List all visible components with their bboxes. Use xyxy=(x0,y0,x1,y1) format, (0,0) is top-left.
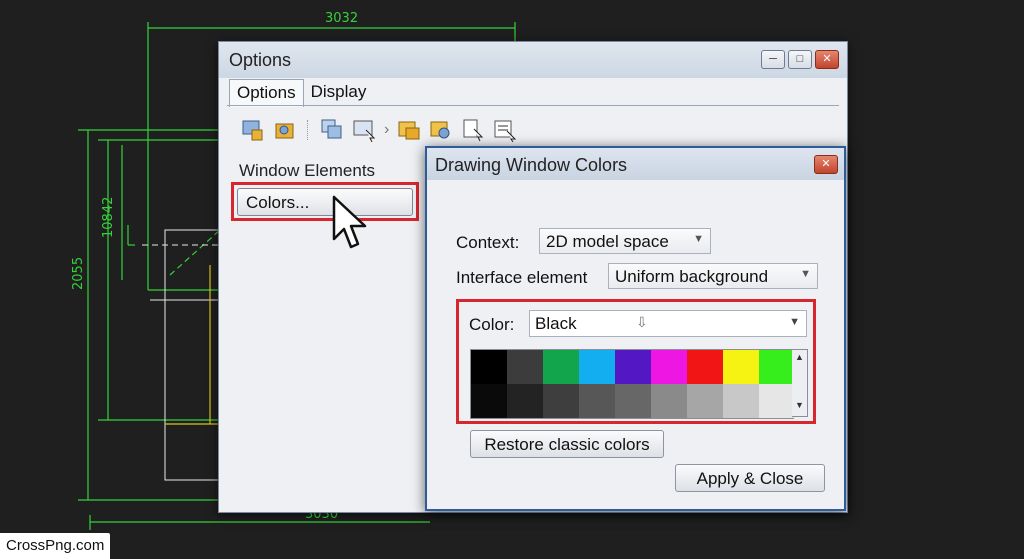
colors-button[interactable]: Colors... xyxy=(237,188,413,216)
minimize-icon[interactable]: ─ xyxy=(761,50,785,69)
tab-options[interactable]: Options xyxy=(229,79,304,107)
interface-element-select[interactable]: Uniform background ▼ xyxy=(608,263,818,289)
color-select-value: Black xyxy=(535,314,577,333)
color-swatch[interactable] xyxy=(651,384,687,418)
color-swatch[interactable] xyxy=(687,350,723,384)
folder-windows-icon[interactable] xyxy=(397,118,421,142)
folder-gear-icon[interactable] xyxy=(429,118,453,142)
scroll-up-icon[interactable]: ▲ xyxy=(792,352,807,362)
context-select-value: 2D model space xyxy=(546,232,669,251)
window-arrow-icon[interactable] xyxy=(352,118,376,143)
color-swatch[interactable] xyxy=(723,350,759,384)
tab-display[interactable]: Display xyxy=(304,79,374,106)
dialog-titlebar[interactable]: Drawing Window Colors ✕ xyxy=(427,148,844,180)
color-swatch[interactable] xyxy=(507,350,543,384)
color-swatch[interactable] xyxy=(759,384,795,418)
context-select[interactable]: 2D model space ▼ xyxy=(539,228,711,254)
chevron-down-icon: ▼ xyxy=(800,268,811,280)
color-swatch[interactable] xyxy=(579,350,615,384)
dialog-title: Drawing Window Colors xyxy=(435,155,628,175)
color-swatch[interactable] xyxy=(579,384,615,418)
color-swatch[interactable] xyxy=(723,384,759,418)
chevron-right-icon: › xyxy=(384,121,390,138)
color-label: Color: xyxy=(469,315,515,334)
options-tabs: Options Display xyxy=(229,79,374,107)
interface-element-value: Uniform background xyxy=(615,267,769,286)
scroll-down-icon[interactable]: ▼ xyxy=(792,400,807,410)
watermark: CrossPng.com xyxy=(0,533,111,559)
list-cursor-icon[interactable] xyxy=(493,118,517,143)
color-swatch[interactable] xyxy=(615,384,651,418)
restore-classic-colors-button[interactable]: Restore classic colors xyxy=(470,430,664,458)
color-select[interactable]: Black ⇩ ▼ xyxy=(529,310,807,337)
chevron-down-icon: ▼ xyxy=(789,316,800,328)
color-swatch[interactable] xyxy=(507,384,543,418)
window-settings-icon[interactable] xyxy=(241,118,265,142)
color-swatch[interactable] xyxy=(615,350,651,384)
color-swatch[interactable] xyxy=(687,384,723,418)
maximize-icon[interactable]: □ xyxy=(788,50,812,69)
apply-and-close-button[interactable]: Apply & Close xyxy=(675,464,825,492)
color-swatch[interactable] xyxy=(471,384,507,418)
dim-vertical-label-2: 2055 xyxy=(71,257,86,290)
close-icon[interactable]: ✕ xyxy=(814,155,838,174)
mouse-pointer-icon xyxy=(332,195,367,249)
window-elements-label: Window Elements xyxy=(239,161,376,180)
color-swatch[interactable] xyxy=(471,350,507,384)
options-toolbar: › xyxy=(241,114,517,146)
color-palette[interactable] xyxy=(470,349,795,419)
color-swatch[interactable] xyxy=(651,350,687,384)
color-swatch[interactable] xyxy=(543,384,579,418)
copy-windows-icon[interactable] xyxy=(320,118,344,142)
dim-top-label: 3032 xyxy=(325,11,358,26)
close-icon[interactable]: ✕ xyxy=(815,50,839,69)
drawing-window-colors-dialog: Drawing Window Colors ✕ Context: 2D mode… xyxy=(425,146,846,511)
interface-element-label: Interface element xyxy=(456,268,588,287)
options-titlebar[interactable]: Options ─ □ ✕ xyxy=(219,42,847,78)
palette-scrollbar[interactable]: ▲ ▼ xyxy=(792,349,808,417)
gear-folder-icon[interactable] xyxy=(273,118,297,142)
context-label: Context: xyxy=(456,233,520,252)
color-swatch[interactable] xyxy=(759,350,795,384)
drop-hint-icon: ⇩ xyxy=(636,314,648,330)
dim-vertical-label-1: 10842 xyxy=(101,197,116,238)
options-window-title: Options xyxy=(229,50,292,70)
color-swatch[interactable] xyxy=(543,350,579,384)
document-cursor-icon[interactable] xyxy=(461,118,485,142)
chevron-down-icon: ▼ xyxy=(693,233,704,245)
